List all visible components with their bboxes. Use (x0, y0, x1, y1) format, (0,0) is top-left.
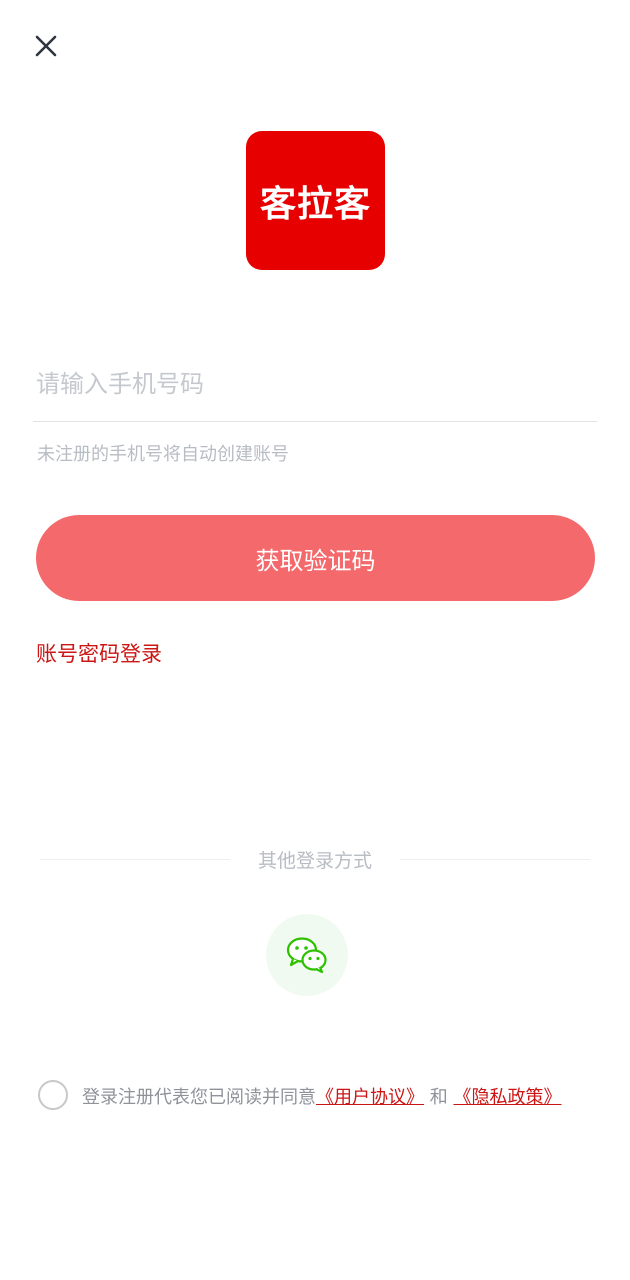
wechat-icon (286, 937, 327, 974)
privacy-policy-link[interactable]: 《隐私政策》 (453, 1087, 561, 1108)
phone-number-input[interactable] (36, 356, 596, 412)
agreement-checkbox[interactable] (38, 1080, 68, 1110)
agreement-prefix: 登录注册代表您已阅读并同意 (82, 1087, 316, 1108)
agreement-text: 登录注册代表您已阅读并同意《用户协议》 和 《隐私政策》 (82, 1083, 561, 1109)
login-page: 客拉客 未注册的手机号将自动创建账号 获取验证码 账号密码登录 其他登录方式 登… (0, 0, 630, 1280)
password-login-link[interactable]: 账号密码登录 (36, 638, 162, 668)
app-logo: 客拉客 (246, 131, 385, 270)
wechat-login-button[interactable] (266, 914, 348, 996)
app-logo-text: 客拉客 (259, 183, 371, 225)
close-icon (35, 35, 57, 57)
get-code-button[interactable]: 获取验证码 (36, 515, 595, 601)
divider-right (400, 859, 590, 860)
phone-hint: 未注册的手机号将自动创建账号 (37, 444, 289, 465)
agreement-and: 和 (424, 1087, 454, 1108)
close-button[interactable] (30, 30, 62, 62)
other-login-label: 其他登录方式 (257, 850, 372, 872)
user-agreement-link[interactable]: 《用户协议》 (316, 1087, 424, 1108)
input-underline (33, 421, 597, 422)
divider-left (40, 859, 230, 860)
